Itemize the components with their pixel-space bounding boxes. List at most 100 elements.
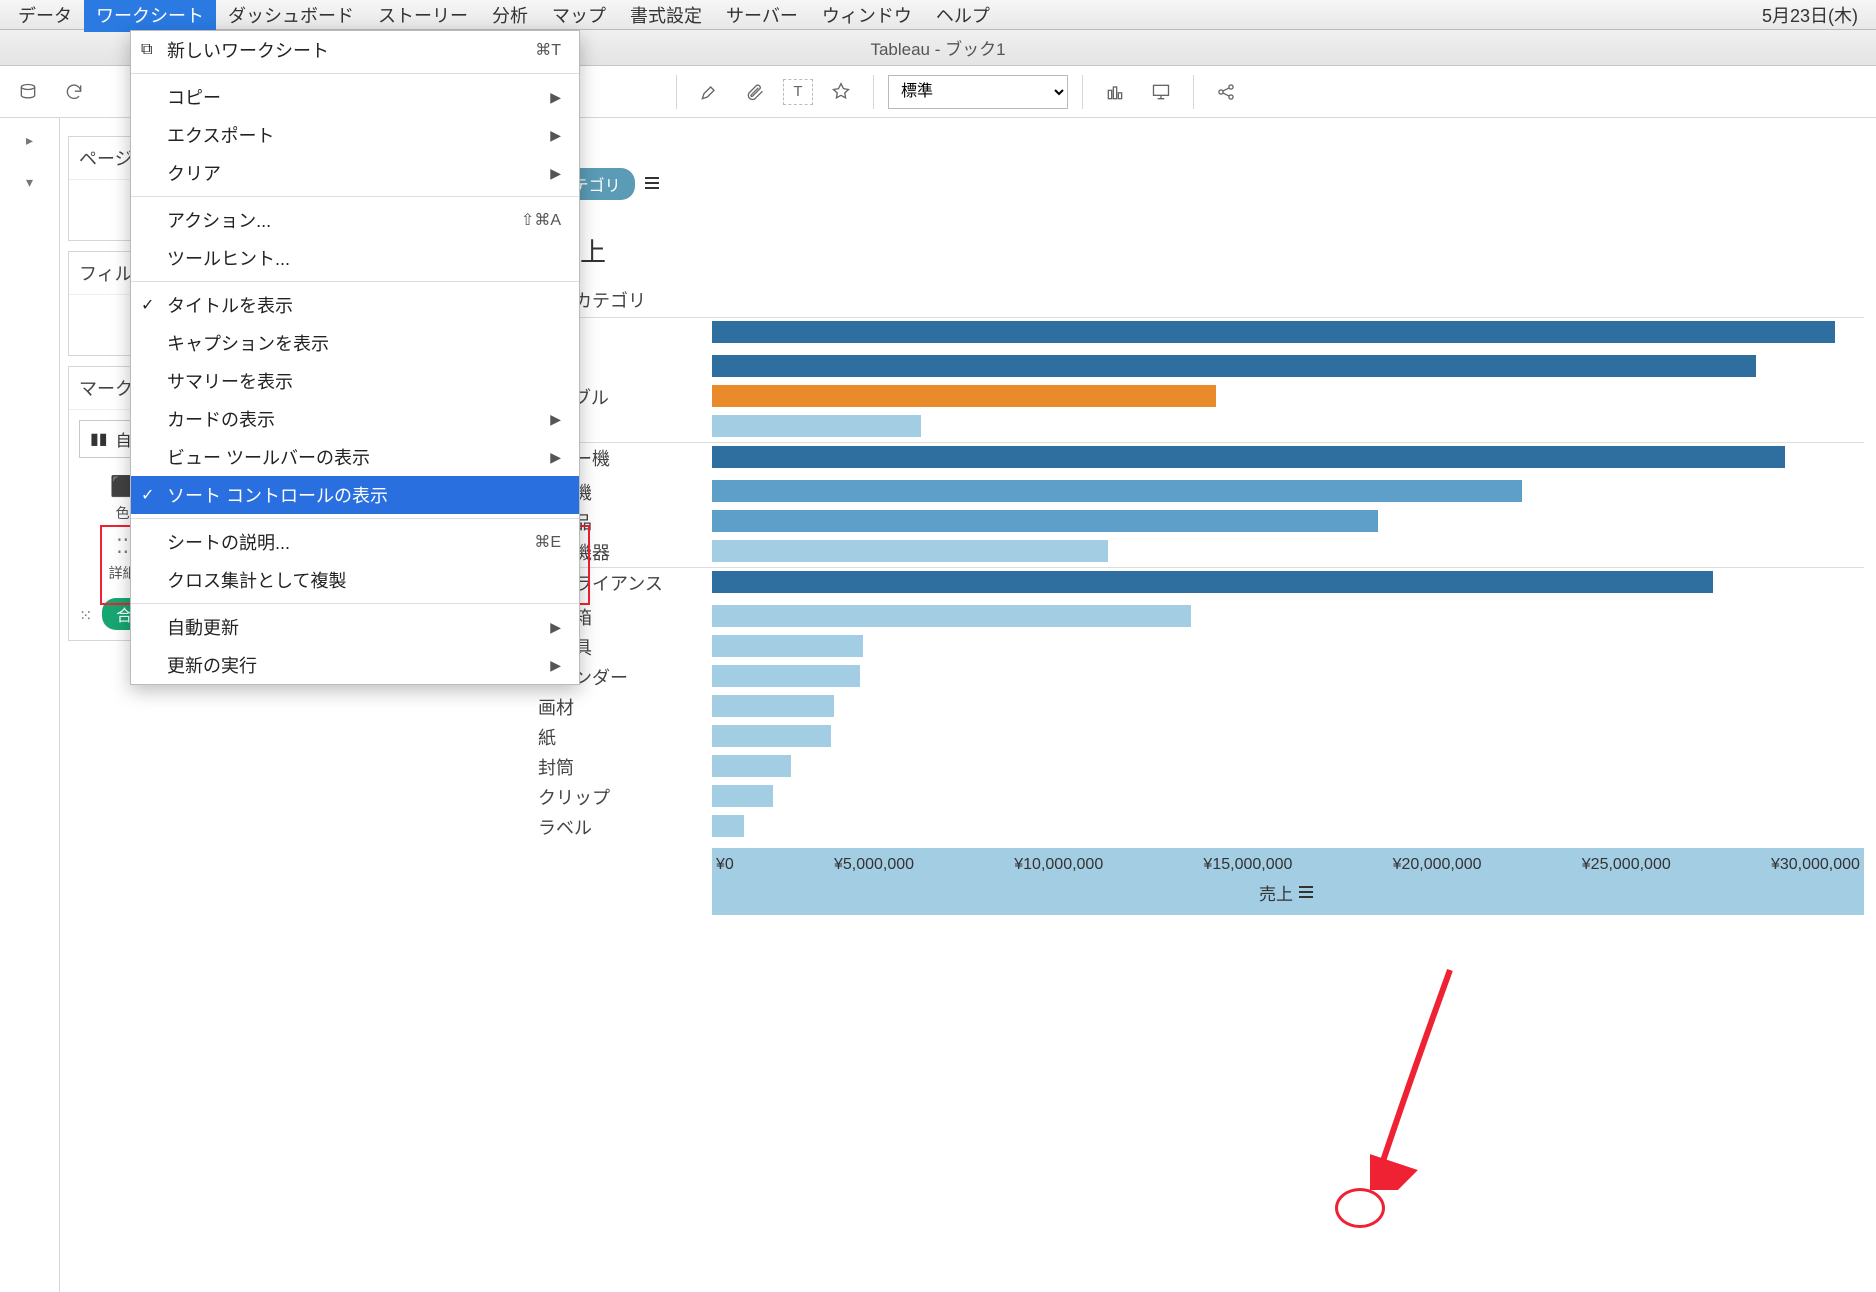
- analytics-pane-icon[interactable]: ▾: [16, 168, 44, 196]
- bar[interactable]: [712, 321, 1835, 343]
- data-pane-icon[interactable]: ▸: [16, 126, 44, 154]
- text-icon[interactable]: T: [783, 79, 813, 105]
- category-label: [372, 752, 532, 782]
- subcategory-label: 封筒: [532, 752, 712, 782]
- rows-shelf[interactable]: ▦カテゴリ ▦サブカテゴリ: [372, 168, 1852, 200]
- axis-tick: ¥20,000,000: [1393, 856, 1482, 874]
- submenu-arrow-icon: ▶: [550, 89, 561, 106]
- bar-cell: [712, 692, 1864, 720]
- menu-worksheet[interactable]: ワークシート: [84, 0, 216, 32]
- bar-cell: [712, 507, 1864, 535]
- bar-cell: [712, 812, 1864, 840]
- menu-item[interactable]: クロス集計として複製: [131, 561, 579, 599]
- share-icon[interactable]: [1208, 74, 1244, 110]
- bar[interactable]: [712, 755, 791, 777]
- annotation-arrow: [1370, 960, 1470, 1190]
- attachment-icon[interactable]: [737, 74, 773, 110]
- menu-item[interactable]: サマリーを表示: [131, 362, 579, 400]
- bar-cell: [712, 382, 1864, 410]
- bar-cell: [712, 602, 1864, 630]
- submenu-arrow-icon: ▶: [550, 165, 561, 182]
- x-axis[interactable]: ¥0¥5,000,000¥10,000,000¥15,000,000¥20,00…: [712, 848, 1864, 915]
- bar-cell: [712, 442, 1864, 470]
- view-area: 合計(売上) ▦カテゴリ ▦サブカテゴリ サブカテゴリ別売上 カテゴリ サブカテ…: [360, 118, 1876, 1292]
- menu-item[interactable]: ⧉新しいワークシート⌘T: [131, 31, 579, 69]
- axis-sort-icon[interactable]: [1299, 886, 1317, 900]
- sheet-title[interactable]: サブカテゴリ別売上: [372, 232, 1864, 269]
- menu-data[interactable]: データ: [6, 0, 84, 32]
- bar-cell: [712, 632, 1864, 660]
- submenu-arrow-icon: ▶: [550, 127, 561, 144]
- menu-format[interactable]: 書式設定: [618, 0, 714, 32]
- bar[interactable]: [712, 510, 1378, 532]
- bar[interactable]: [712, 605, 1191, 627]
- bar[interactable]: [712, 815, 744, 837]
- category-label: [372, 722, 532, 752]
- bar[interactable]: [712, 540, 1108, 562]
- columns-shelf[interactable]: 合計(売上): [372, 126, 1852, 158]
- bar[interactable]: [712, 571, 1713, 593]
- menu-item[interactable]: カードの表示▶: [131, 400, 579, 438]
- bar[interactable]: [712, 635, 863, 657]
- menu-item[interactable]: コピー▶: [131, 78, 579, 116]
- menu-item[interactable]: エクスポート▶: [131, 116, 579, 154]
- bar[interactable]: [712, 665, 860, 687]
- menu-item[interactable]: キャプションを表示: [131, 324, 579, 362]
- subcategory-label: ラベル: [532, 812, 712, 842]
- axis-tick: ¥30,000,000: [1771, 856, 1860, 874]
- menu-item[interactable]: ✓タイトルを表示: [131, 286, 579, 324]
- menu-item[interactable]: クリア▶: [131, 154, 579, 192]
- highlight-icon[interactable]: [691, 74, 727, 110]
- menu-item[interactable]: 自動更新▶: [131, 608, 579, 646]
- color-dots-icon: ⁙: [79, 608, 92, 625]
- refresh-icon[interactable]: [56, 74, 92, 110]
- menu-item[interactable]: アクション...⇧⌘A: [131, 201, 579, 239]
- submenu-arrow-icon: ▶: [550, 619, 561, 636]
- sort-indicator-icon[interactable]: [645, 177, 663, 191]
- menu-window[interactable]: ウィンドウ: [810, 0, 924, 32]
- menu-analysis[interactable]: 分析: [480, 0, 540, 32]
- menu-map[interactable]: マップ: [540, 0, 618, 32]
- left-strip: ▸ ▾: [0, 118, 60, 1292]
- worksheet-menu: ⧉新しいワークシート⌘T コピー▶エクスポート▶クリア▶ アクション...⇧⌘Aツー…: [130, 30, 580, 685]
- bar[interactable]: [712, 695, 834, 717]
- axis-tick: ¥10,000,000: [1014, 856, 1103, 874]
- menu-dashboard[interactable]: ダッシュボード: [216, 0, 366, 32]
- bar[interactable]: [712, 355, 1756, 377]
- datasource-icon[interactable]: [10, 74, 46, 110]
- menu-help[interactable]: ヘルプ: [924, 0, 1002, 32]
- check-icon: ✓: [141, 485, 154, 505]
- bar[interactable]: [712, 446, 1785, 468]
- bar-cell: [712, 477, 1864, 505]
- submenu-arrow-icon: ▶: [550, 449, 561, 466]
- menu-item[interactable]: ✓ソート コントロールの表示: [131, 476, 579, 514]
- menu-item[interactable]: ツールヒント...: [131, 239, 579, 277]
- axis-title: 売上: [1259, 880, 1293, 905]
- submenu-arrow-icon: ▶: [550, 657, 561, 674]
- menu-item[interactable]: ビュー ツールバーの表示▶: [131, 438, 579, 476]
- bar-cell: [712, 752, 1864, 780]
- pin-icon[interactable]: [823, 74, 859, 110]
- menu-item[interactable]: シートの説明...⌘E: [131, 523, 579, 561]
- axis-tick: ¥15,000,000: [1203, 856, 1292, 874]
- bar-cell: [712, 537, 1864, 565]
- menu-item[interactable]: 更新の実行▶: [131, 646, 579, 684]
- bar[interactable]: [712, 785, 773, 807]
- mac-menubar: データ ワークシート ダッシュボード ストーリー 分析 マップ 書式設定 サーバ…: [0, 0, 1876, 30]
- bar-cell: [712, 352, 1864, 380]
- axis-tick: ¥25,000,000: [1582, 856, 1671, 874]
- chart-grid: カテゴリ サブカテゴリ 家具椅子本棚テーブル家具家電コピー機電話機付属品事務機器…: [372, 283, 1864, 842]
- submenu-arrow-icon: ▶: [550, 411, 561, 428]
- bar[interactable]: [712, 385, 1216, 407]
- showme-icon[interactable]: [1097, 74, 1133, 110]
- bar[interactable]: [712, 725, 831, 747]
- bar[interactable]: [712, 415, 921, 437]
- menu-server[interactable]: サーバー: [714, 0, 810, 32]
- bar[interactable]: [712, 480, 1522, 502]
- presentation-icon[interactable]: [1143, 74, 1179, 110]
- category-label: [372, 692, 532, 722]
- fit-dropdown[interactable]: 標準: [888, 75, 1068, 109]
- sheet-icon: ⧉: [141, 41, 152, 59]
- menu-story[interactable]: ストーリー: [366, 0, 480, 32]
- subcategory-label: 紙: [532, 722, 712, 752]
